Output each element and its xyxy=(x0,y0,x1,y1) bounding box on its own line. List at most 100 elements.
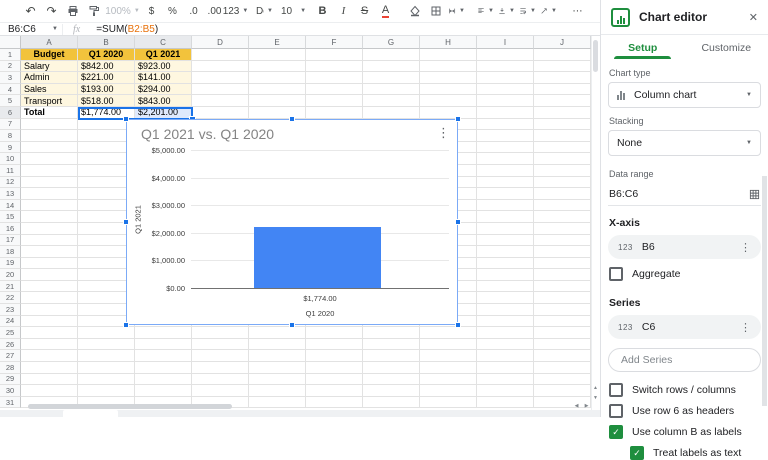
cell-B28[interactable] xyxy=(78,362,135,374)
cell-B29[interactable] xyxy=(78,374,135,386)
cell-D30[interactable] xyxy=(192,385,249,397)
cell-J14[interactable] xyxy=(534,200,591,212)
row-header-1[interactable]: 1 xyxy=(0,49,21,61)
cell-A9[interactable] xyxy=(21,142,78,154)
cell-B2[interactable]: $842.00 xyxy=(78,61,135,73)
cell-J15[interactable] xyxy=(534,211,591,223)
cell-F4[interactable] xyxy=(306,84,363,96)
cell-J10[interactable] xyxy=(534,153,591,165)
cell-F6[interactable] xyxy=(306,107,363,119)
cell-B5[interactable]: $518.00 xyxy=(78,95,135,107)
cell-E6[interactable] xyxy=(249,107,306,119)
cell-I28[interactable] xyxy=(477,362,534,374)
aggregate-option[interactable]: Aggregate xyxy=(609,267,760,281)
cell-C1[interactable]: Q1 2021 xyxy=(135,49,192,61)
borders-button[interactable] xyxy=(425,2,446,20)
cell-D1[interactable] xyxy=(192,49,249,61)
cell-J18[interactable] xyxy=(534,246,591,258)
text-color-button[interactable]: A xyxy=(375,2,396,20)
column-header-D[interactable]: D xyxy=(192,36,249,49)
cell-H1[interactable] xyxy=(420,49,477,61)
row-header-2[interactable]: 2 xyxy=(0,61,21,73)
cell-D3[interactable] xyxy=(192,72,249,84)
cell-J20[interactable] xyxy=(534,269,591,281)
add-series-input[interactable]: Add Series xyxy=(608,348,761,372)
cell-J9[interactable] xyxy=(534,142,591,154)
cell-H30[interactable] xyxy=(420,385,477,397)
cell-A26[interactable] xyxy=(21,339,78,351)
cell-A17[interactable] xyxy=(21,235,78,247)
cell-C26[interactable] xyxy=(135,339,192,351)
cell-A29[interactable] xyxy=(21,374,78,386)
row-header-15[interactable]: 15 xyxy=(0,211,21,223)
cell-A28[interactable] xyxy=(21,362,78,374)
cell-I11[interactable] xyxy=(477,165,534,177)
chart-menu-kebab-icon[interactable]: ⋮ xyxy=(437,125,450,141)
column-header-H[interactable]: H xyxy=(420,36,477,49)
cell-D4[interactable] xyxy=(192,84,249,96)
cell-I18[interactable] xyxy=(477,246,534,258)
cell-H4[interactable] xyxy=(420,84,477,96)
cell-F29[interactable] xyxy=(306,374,363,386)
print-button[interactable] xyxy=(62,2,83,20)
cell-J1[interactable] xyxy=(534,49,591,61)
cell-J7[interactable] xyxy=(534,119,591,131)
cell-F28[interactable] xyxy=(306,362,363,374)
cell-J2[interactable] xyxy=(534,61,591,73)
cell-I30[interactable] xyxy=(477,385,534,397)
cell-A7[interactable] xyxy=(21,119,78,131)
cell-H25[interactable] xyxy=(420,327,477,339)
cell-I13[interactable] xyxy=(477,188,534,200)
chart-resize-handle[interactable] xyxy=(123,116,129,122)
cell-I25[interactable] xyxy=(477,327,534,339)
cell-A20[interactable] xyxy=(21,269,78,281)
select-range-grid-icon[interactable] xyxy=(749,189,760,200)
cell-A5[interactable]: Transport xyxy=(21,95,78,107)
column-header-I[interactable]: I xyxy=(477,36,534,49)
cell-J3[interactable] xyxy=(534,72,591,84)
horizontal-align-button[interactable]: ▼ xyxy=(475,2,496,20)
cell-D27[interactable] xyxy=(192,350,249,362)
row-header-9[interactable]: 9 xyxy=(0,142,21,154)
row-header-30[interactable]: 30 xyxy=(0,385,21,397)
chart-resize-handle[interactable] xyxy=(289,322,295,328)
bold-button[interactable]: B xyxy=(312,2,333,20)
cell-J24[interactable] xyxy=(534,316,591,328)
cell-C2[interactable]: $923.00 xyxy=(135,61,192,73)
cell-D29[interactable] xyxy=(192,374,249,386)
row-header-26[interactable]: 26 xyxy=(0,339,21,351)
scroll-up-arrow[interactable]: ▲ xyxy=(591,385,600,391)
series-chip[interactable]: 123 C6 ⋮ xyxy=(608,315,761,339)
column-header-J[interactable]: J xyxy=(534,36,591,49)
zoom-select[interactable]: 100%▼ xyxy=(112,2,133,20)
kebab-menu-icon[interactable]: ⋮ xyxy=(740,321,751,334)
option-use-column-b-as-labels[interactable]: ✓Use column B as labels xyxy=(609,425,760,439)
scroll-right-arrow[interactable]: ▶ xyxy=(582,403,591,409)
option-switch-rows-columns[interactable]: Switch rows / columns xyxy=(609,383,760,397)
cell-J16[interactable] xyxy=(534,223,591,235)
cell-A2[interactable]: Salary xyxy=(21,61,78,73)
font-size-select[interactable]: 10▼ xyxy=(283,2,304,20)
cell-A25[interactable] xyxy=(21,327,78,339)
cell-G30[interactable] xyxy=(363,385,420,397)
cell-E25[interactable] xyxy=(249,327,306,339)
horizontal-scrollbar-thumb[interactable] xyxy=(28,404,232,409)
cell-C4[interactable]: $294.00 xyxy=(135,84,192,96)
cell-E31[interactable] xyxy=(249,397,306,409)
data-range-field[interactable]: B6:C6 xyxy=(608,183,761,206)
cell-J26[interactable] xyxy=(534,339,591,351)
row-header-28[interactable]: 28 xyxy=(0,362,21,374)
cell-A1[interactable]: Budget xyxy=(21,49,78,61)
cell-F26[interactable] xyxy=(306,339,363,351)
cell-I31[interactable] xyxy=(477,397,534,409)
cell-F27[interactable] xyxy=(306,350,363,362)
checkbox-checked[interactable]: ✓ xyxy=(630,446,644,460)
strikethrough-button[interactable]: S xyxy=(354,2,375,20)
row-header-10[interactable]: 10 xyxy=(0,153,21,165)
row-header-31[interactable]: 31 xyxy=(0,397,21,409)
cell-J29[interactable] xyxy=(534,374,591,386)
row-header-27[interactable]: 27 xyxy=(0,350,21,362)
cell-I4[interactable] xyxy=(477,84,534,96)
chart-resize-handle[interactable] xyxy=(123,219,129,225)
row-header-18[interactable]: 18 xyxy=(0,246,21,258)
